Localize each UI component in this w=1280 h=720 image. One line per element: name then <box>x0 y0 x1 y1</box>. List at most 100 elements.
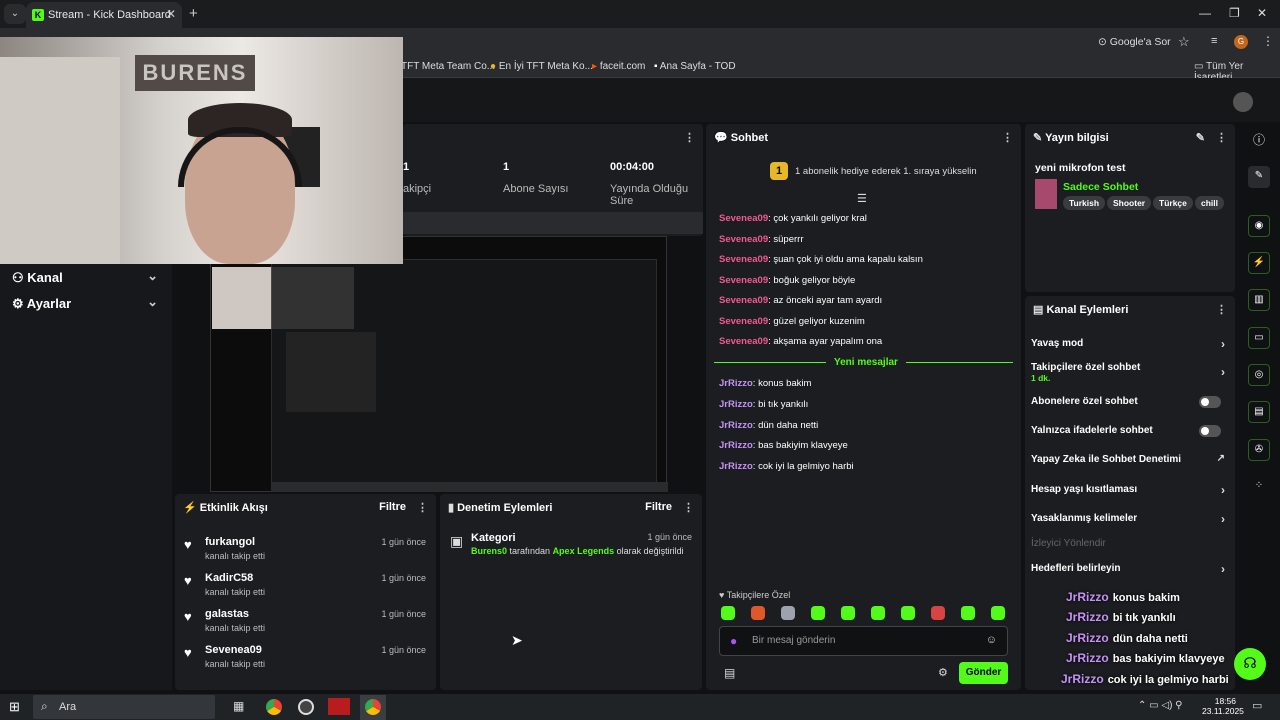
lightning-icon[interactable]: ⚡ <box>1248 252 1270 274</box>
ai-moderation-action[interactable]: Yapay Zeka ile Sohbet Denetimi ↗ <box>1031 453 1229 465</box>
broadcast-icon[interactable]: ◎ <box>1248 364 1270 386</box>
activity-desc: kanalı takip etti <box>205 623 266 633</box>
send-button[interactable]: Gönder <box>959 662 1008 684</box>
restore-icon[interactable]: ❐ <box>1229 6 1240 20</box>
more-options-icon[interactable]: ⋮ <box>417 501 428 514</box>
more-options-icon[interactable]: ⋮ <box>1216 131 1227 144</box>
wrench-icon[interactable]: ✇ <box>1248 439 1270 461</box>
support-button[interactable]: ☊ <box>1234 648 1266 680</box>
chat-username[interactable]: JrRizzo <box>719 420 753 431</box>
gift-promo-text[interactable]: 1 abonelik hediye ederek 1. sıraya yükse… <box>795 166 977 177</box>
more-options-icon[interactable]: ⋮ <box>683 501 694 514</box>
emote-icon[interactable] <box>961 606 975 620</box>
filter-button[interactable]: Filtre <box>645 501 672 513</box>
emote-icon[interactable] <box>991 606 1005 620</box>
more-options-icon[interactable]: ⋮ <box>1002 131 1013 144</box>
folder-icon: ▭ <box>1194 61 1207 72</box>
notification-icon[interactable]: ▭ <box>1252 699 1262 712</box>
chat-username[interactable]: Sevenea09 <box>719 234 768 245</box>
more-menu-icon[interactable]: ⋮ <box>1262 34 1274 48</box>
new-messages-label[interactable]: Yeni mesajlar <box>826 357 906 368</box>
chat-input[interactable]: ● Bir mesaj gönderin ☺ <box>719 626 1008 656</box>
activity-username: KadirC58 <box>205 572 254 584</box>
windows-start-icon[interactable]: ⊞ <box>9 699 20 715</box>
bookmark-item[interactable]: ▪ Ana Sayfa - TOD <box>654 61 736 72</box>
emote-icon[interactable] <box>721 606 735 620</box>
chat-username[interactable]: JrRizzo <box>719 440 753 451</box>
emote-icon[interactable] <box>781 606 795 620</box>
google-ask-button[interactable]: ⊙ Google'a Sor <box>1098 36 1171 48</box>
subscribers-only-toggle[interactable] <box>1199 396 1221 408</box>
slow-mode-action[interactable]: Yavaş mod › <box>1031 337 1229 351</box>
chat-username[interactable]: Sevenea09 <box>719 316 768 327</box>
chrome-icon[interactable] <box>266 699 282 715</box>
layout-icon[interactable]: ▤ <box>1248 401 1270 423</box>
browser-tab[interactable]: K Stream - Kick Dashboard ✕ <box>26 2 182 28</box>
followers-only-action[interactable]: Takipçilere özel sohbet 1 dk. › <box>1031 362 1229 383</box>
user-avatar[interactable] <box>1233 92 1253 112</box>
emote-icon[interactable] <box>871 606 885 620</box>
more-options-icon[interactable]: ⋮ <box>684 131 695 144</box>
gear-icon[interactable]: ⚙ <box>938 666 948 679</box>
app-icon[interactable] <box>328 698 350 715</box>
chat-username[interactable]: Sevenea09 <box>719 213 768 224</box>
tab-search-button[interactable]: ⌄ <box>4 4 26 24</box>
emote-icon[interactable] <box>751 606 765 620</box>
chat-message: Sevenea09: akşama ayar yapalım ona <box>719 336 882 347</box>
log-icon: ▮ <box>448 502 458 514</box>
tray-icons[interactable]: ⌃ ▭ ◁) ⚲ <box>1138 700 1183 711</box>
collapse-icon[interactable]: ☰ <box>857 192 867 205</box>
channel-icon: ⚇ <box>12 270 28 285</box>
sidebar-item-ayarlar[interactable]: ⚙ Ayarlar ⌄ <box>12 294 162 312</box>
taskbar-search[interactable]: ⌕ Ara <box>33 695 215 719</box>
taskbar-clock[interactable]: 18:56 23.11.2025 <box>1202 696 1244 716</box>
task-view-icon[interactable]: ▦ <box>233 699 244 713</box>
emote-icon[interactable] <box>901 606 915 620</box>
chat-username[interactable]: JrRizzo <box>719 378 753 389</box>
chat-username[interactable]: JrRizzo <box>719 461 753 472</box>
category-link[interactable]: Sadece Sohbet <box>1063 181 1138 193</box>
camera-icon[interactable]: ◉ <box>1248 215 1270 237</box>
share-icon[interactable]: ⁘ <box>1248 476 1270 498</box>
filter-button[interactable]: Filtre <box>379 501 406 513</box>
emoji-icon[interactable]: ☺ <box>986 634 997 646</box>
chat-message: Sevenea09: boğuk geliyor böyle <box>719 275 855 286</box>
close-tab-icon[interactable]: ✕ <box>166 7 176 21</box>
activity-username: galastas <box>205 608 250 620</box>
stream-preview[interactable] <box>210 236 668 492</box>
banned-words-action[interactable]: Yasaklanmış kelimeler › <box>1031 512 1229 526</box>
minimize-icon[interactable]: — <box>1199 6 1211 20</box>
chat-username[interactable]: Sevenea09 <box>719 275 768 286</box>
bookmark-star-icon[interactable]: ☆ <box>1178 34 1190 50</box>
obs-icon[interactable] <box>298 699 314 715</box>
more-options-icon[interactable]: ⋮ <box>1216 303 1227 316</box>
chat-icon[interactable]: ▭ <box>1248 327 1270 349</box>
bookmark-item[interactable]: TFT Meta Team Co... <box>401 61 495 72</box>
clipboard-icon[interactable]: ▥ <box>1248 289 1270 311</box>
reading-list-icon[interactable]: ≡ <box>1211 35 1217 47</box>
chat-message: JrRizzo: bi tık yankılı <box>719 399 808 410</box>
info-icon[interactable]: ⓘ <box>1248 130 1270 152</box>
emote-icon[interactable] <box>841 606 855 620</box>
close-window-icon[interactable]: ✕ <box>1257 6 1267 20</box>
pencil-icon[interactable]: ✎ <box>1248 166 1270 188</box>
chat-username[interactable]: JrRizzo <box>719 399 753 410</box>
chat-username[interactable]: Sevenea09 <box>719 336 768 347</box>
account-age-action[interactable]: Hesap yaşı kısıtlaması › <box>1031 483 1229 497</box>
chat-username[interactable]: Sevenea09 <box>719 295 768 306</box>
emote-icon[interactable] <box>811 606 825 620</box>
activity-item: ♥ Sevenea09 kanalı takip etti 1 gün önce <box>175 640 436 674</box>
bookmark-item[interactable]: ● En İyi TFT Meta Ko... <box>490 61 593 72</box>
new-tab-button[interactable]: + <box>189 5 198 22</box>
profile-avatar[interactable]: G <box>1234 35 1248 49</box>
chrome-active-icon[interactable] <box>365 699 381 715</box>
bookmark-item[interactable]: ▸ faceit.com <box>592 61 645 72</box>
sidebar-item-kanal[interactable]: ⚇ Kanal ⌄ <box>12 268 162 286</box>
gift-icon[interactable]: ▤ <box>724 666 735 680</box>
chat-text: : bi tık yankılı <box>752 399 809 410</box>
emote-icon[interactable] <box>931 606 945 620</box>
emotes-only-toggle[interactable] <box>1199 425 1221 437</box>
edit-icon[interactable]: ✎ <box>1196 131 1205 144</box>
set-goals-action[interactable]: Hedefleri belirleyin › <box>1031 562 1229 576</box>
chat-username[interactable]: Sevenea09 <box>719 254 768 265</box>
